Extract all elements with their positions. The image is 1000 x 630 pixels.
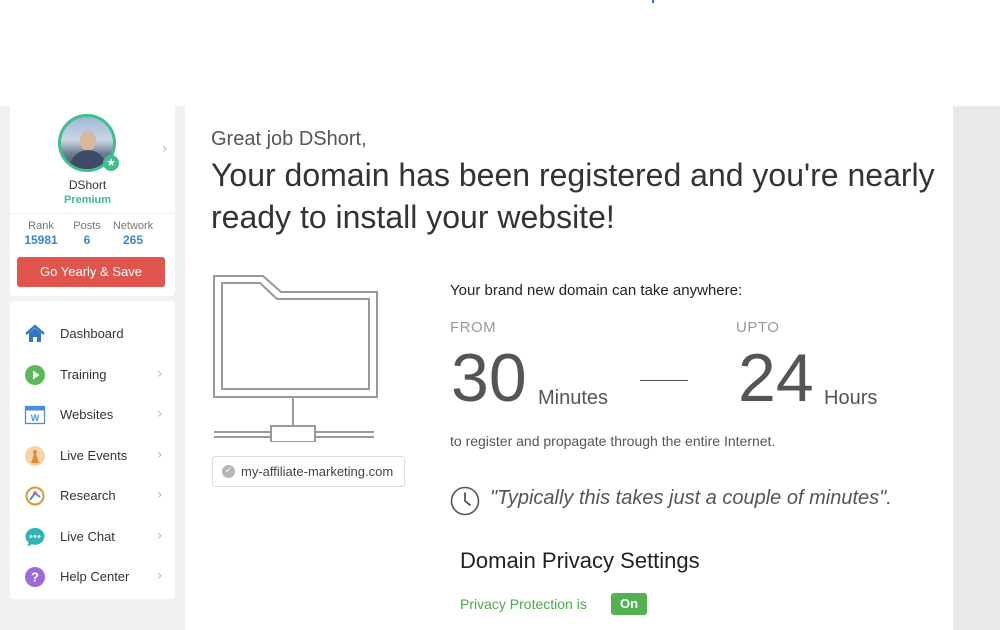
go-yearly-button[interactable]: Go Yearly & Save [17,257,165,287]
sidebar-item-label: Live Chat [60,529,115,544]
from-label: FROM [450,319,497,336]
home-icon [25,324,45,342]
stat-label: Rank [28,220,54,232]
stat-label: Network [112,220,154,232]
page-title: Your domain has been registered and you'… [211,157,935,235]
sidebar-item-label: Research [60,488,116,503]
sidebar-item-live-events[interactable]: Live Events › [10,438,175,474]
sidebar-nav: Dashboard Training › W Websites › Live E… [10,301,175,599]
right-gutter [953,106,1000,630]
svg-text:?: ? [31,570,39,585]
privacy-section-title: Domain Privacy Settings [460,548,700,573]
sidebar-item-label: Websites [60,407,114,422]
chevron-right-icon: › [157,447,163,463]
username[interactable]: DShort [10,178,165,192]
range-dash [640,380,688,381]
help-icon: ? [25,567,45,587]
play-icon [25,365,45,385]
chevron-right-icon: › [157,406,163,422]
live-events-icon [25,446,45,466]
domain-badge: ✓ my-affiliate-marketing.com [212,456,406,487]
chevron-right-icon: › [157,366,163,382]
website-icon: W [24,405,46,425]
clock-icon [450,486,480,516]
chevron-right-icon: › [157,487,163,503]
sidebar-item-help-center[interactable]: ? Help Center › [10,559,175,595]
chevron-right-icon: › [157,528,163,544]
research-icon [25,486,45,506]
profile-card: ★ › DShort Premium Rank 15981 Posts 6 Ne… [10,106,175,296]
privacy-toggle[interactable]: On [611,593,648,615]
sidebar-item-label: Training [60,367,107,382]
sidebar-item-label: Dashboard [60,326,124,341]
svg-text:W: W [31,413,40,423]
sidebar-item-live-chat[interactable]: Live Chat › [10,519,175,555]
top-bar-marker [652,0,654,3]
sidebar-item-research[interactable]: Research › [10,478,175,514]
stat-label: Posts [73,220,101,232]
propagation-text: to register and propagate through the en… [450,433,776,449]
premium-star-icon: ★ [103,155,119,171]
top-bar [0,0,1000,106]
sidebar-item-dashboard[interactable]: Dashboard [10,316,175,352]
stat-value: 15981 [24,233,58,247]
stat-posts: Posts 6 [62,220,112,247]
propagation-intro: Your brand new domain can take anywhere: [450,282,743,299]
stat-value: 265 [122,233,144,247]
chevron-right-icon: › [157,568,163,584]
domain-name: my-affiliate-marketing.com [241,464,394,479]
privacy-label: Privacy Protection is [460,596,587,612]
sidebar-item-label: Live Events [60,448,128,463]
stat-rank: Rank 15981 [16,220,66,247]
from-value: 30 [451,340,527,416]
stat-value: 6 [83,233,91,247]
avatar-face [80,131,96,151]
membership-tier: Premium [63,194,112,206]
avatar-body [70,150,106,169]
check-icon: ✓ [222,465,235,478]
greeting: Great job DShort, [211,128,367,150]
sidebar-item-training[interactable]: Training › [10,357,175,393]
divider [10,213,175,214]
upto-unit: Hours [824,387,878,409]
upto-value: 24 [738,340,814,416]
duration-quote: "Typically this takes just a couple of m… [490,487,892,509]
chevron-right-icon[interactable]: › [162,141,168,157]
main-panel: Great job DShort, Your domain has been r… [185,106,953,630]
sidebar-item-websites[interactable]: W Websites › [10,397,175,433]
from-unit: Minutes [538,387,609,409]
folder-network-icon [213,275,378,442]
chat-icon [25,528,45,547]
upto-label: UPTO [736,319,780,336]
stat-network: Network 265 [108,220,158,247]
sidebar-item-label: Help Center [60,569,130,584]
